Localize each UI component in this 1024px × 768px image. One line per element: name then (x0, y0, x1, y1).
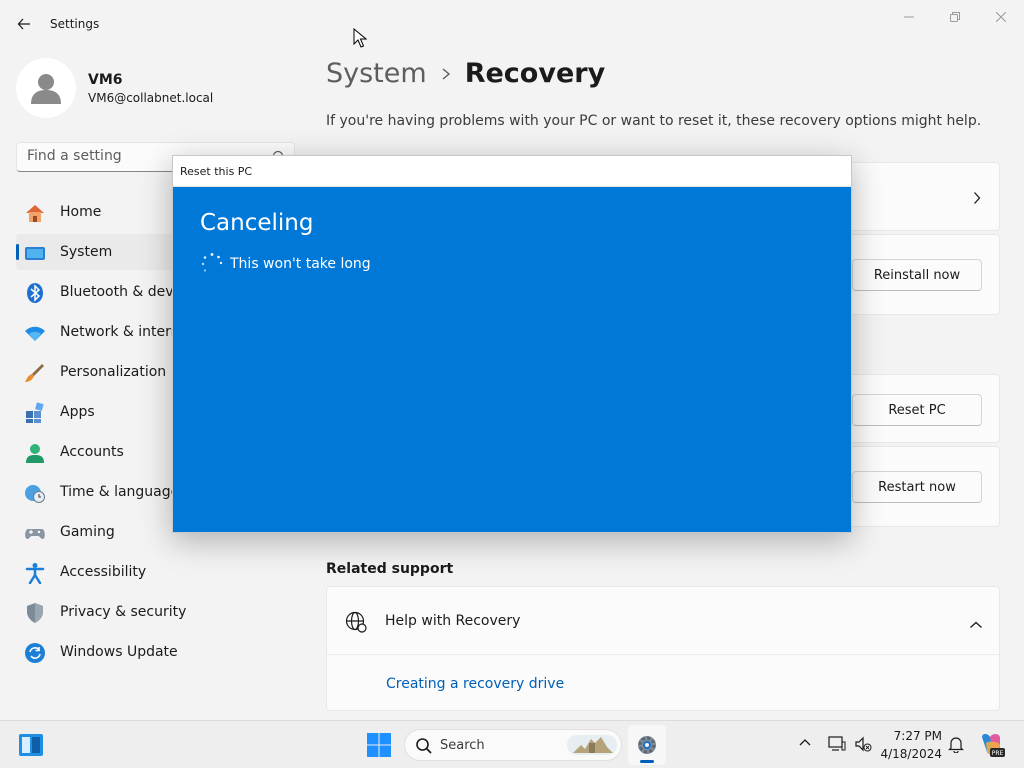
sidebar-item-label: Time & language (60, 484, 180, 500)
reset-pc-button[interactable]: Reset PC (852, 394, 982, 426)
gamepad-icon (24, 522, 46, 544)
sidebar-item-accessibility[interactable]: Accessibility (16, 554, 295, 590)
help-with-recovery-card: Help with Recovery Creating a recovery d… (326, 586, 1000, 711)
clock-globe-icon (24, 482, 46, 504)
copilot-icon[interactable]: PRE (978, 731, 1006, 763)
title-bar: Settings (0, 0, 1024, 48)
sidebar-item-label: System (60, 244, 113, 260)
close-icon (996, 12, 1006, 22)
back-arrow-icon (17, 18, 30, 30)
user-icon (31, 74, 61, 104)
reset-this-pc-dialog: Reset this PC Canceling This won't take … (172, 155, 852, 533)
volume-muted-icon[interactable] (854, 735, 872, 757)
sidebar-item-label: Accessibility (60, 564, 147, 580)
restore-icon (950, 12, 960, 22)
dialog-message: This won't take long (230, 256, 371, 272)
home-icon (24, 202, 46, 224)
notification-bell-icon[interactable] (948, 735, 964, 757)
creating-recovery-drive-link[interactable]: Creating a recovery drive (386, 676, 564, 692)
chevron-up-icon (969, 614, 983, 633)
taskbar-search-label: Search (440, 738, 485, 753)
breadcrumb-parent[interactable]: System (326, 58, 427, 89)
user-email: VM6@collabnet.local (88, 91, 214, 105)
search-highlight-icon (567, 733, 617, 761)
back-button[interactable] (12, 12, 36, 36)
help-with-recovery-header[interactable]: Help with Recovery (327, 587, 999, 655)
minimize-icon (904, 16, 914, 18)
sidebar-item-label: Apps (60, 404, 95, 420)
shield-icon (24, 602, 46, 624)
wifi-icon (24, 322, 46, 344)
sidebar-item-label: Privacy & security (60, 604, 187, 620)
accounts-icon (24, 442, 46, 464)
bluetooth-icon (24, 282, 46, 304)
copilot-pre-badge: PRE (992, 750, 1004, 757)
dialog-heading: Canceling (200, 210, 314, 236)
sidebar-item-label: Personalization (60, 364, 167, 380)
maximize-button[interactable] (932, 6, 978, 28)
taskbar-settings-app[interactable] (628, 725, 666, 765)
system-icon (24, 242, 46, 264)
user-name: VM6 (88, 72, 123, 88)
page-description: If you're having problems with your PC o… (326, 113, 982, 129)
app-title: Settings (50, 17, 100, 31)
sidebar-item-label: Accounts (60, 444, 124, 460)
spinner-icon (200, 252, 224, 280)
accessibility-icon (24, 562, 46, 584)
chevron-right-icon (441, 67, 451, 81)
reinstall-now-button[interactable]: Reinstall now (852, 259, 982, 291)
sidebar-item-privacy[interactable]: Privacy & security (16, 594, 295, 630)
close-button[interactable] (978, 6, 1024, 28)
clock-time[interactable]: 7:27 PM (880, 729, 942, 743)
apps-icon (24, 402, 46, 424)
related-support-title: Related support (326, 561, 454, 577)
restart-now-button[interactable]: Restart now (852, 471, 982, 503)
update-icon (24, 642, 46, 664)
dialog-title: Reset this PC (180, 165, 253, 178)
mouse-cursor-icon (353, 28, 367, 48)
chevron-up-icon[interactable] (798, 735, 812, 754)
brush-icon (24, 362, 46, 384)
network-icon[interactable] (828, 735, 846, 757)
minimize-button[interactable] (886, 6, 932, 28)
dialog-title-bar: Reset this PC (173, 156, 851, 187)
sidebar-item-label: Home (60, 204, 102, 220)
start-icon[interactable] (366, 732, 392, 762)
sidebar-item-windows-update[interactable]: Windows Update (16, 634, 295, 670)
search-icon (415, 737, 433, 759)
help-with-recovery-label: Help with Recovery (385, 613, 521, 629)
sidebar-item-label: Windows Update (60, 644, 178, 660)
page-title: Recovery (464, 58, 606, 89)
sidebar-item-label: Gaming (60, 524, 115, 540)
widgets-icon[interactable] (18, 733, 44, 761)
globe-icon (345, 611, 367, 637)
chevron-right-icon (973, 190, 981, 209)
gear-icon (638, 736, 656, 754)
clock-date[interactable]: 4/18/2024 (880, 747, 942, 761)
avatar[interactable] (16, 58, 76, 118)
taskbar: Search 7:27 PM 4/18/2024 PRE (0, 720, 1024, 768)
taskbar-search[interactable]: Search (404, 729, 622, 761)
breadcrumb: System Recovery (326, 58, 605, 89)
